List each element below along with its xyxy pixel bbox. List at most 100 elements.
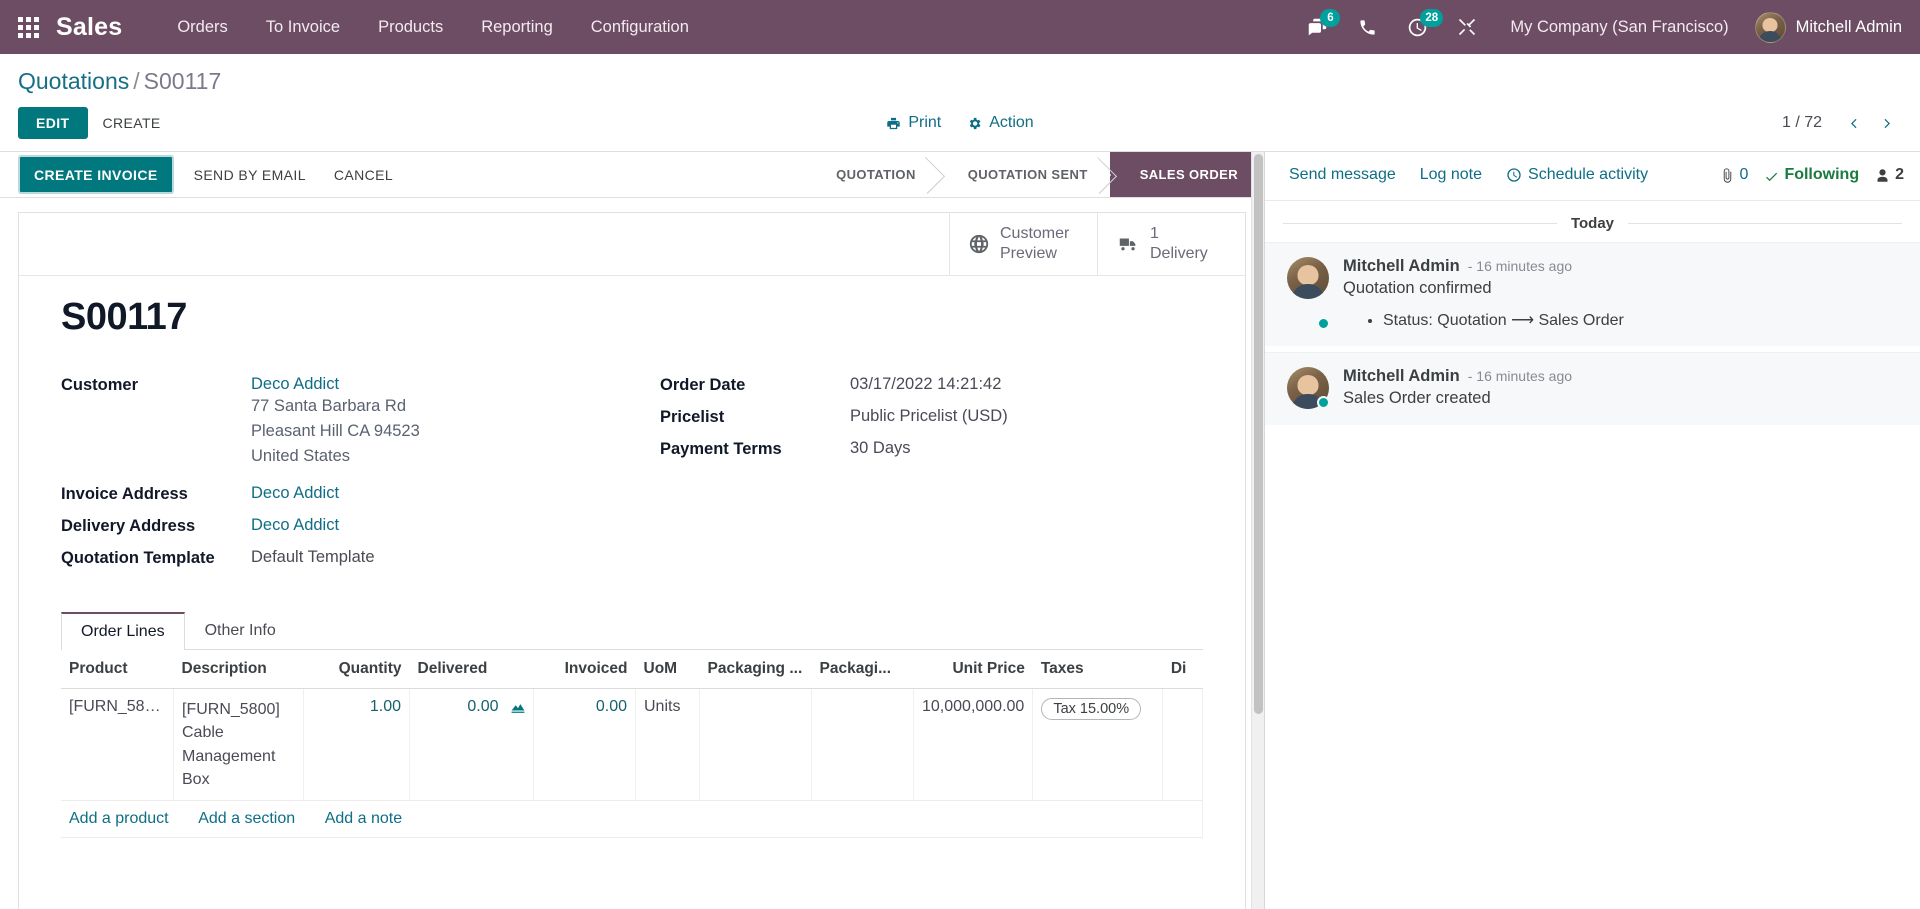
- control-panel-buttons-row: EDIT CREATE Print Action 1 / 72: [18, 101, 1902, 151]
- followers-counter[interactable]: 2: [1875, 166, 1904, 184]
- breadcrumb: Quotations / S00117: [18, 64, 1902, 101]
- day-separator-line-left: [1283, 223, 1557, 224]
- main-content: CREATE INVOICE SEND BY EMAIL CANCEL QUOT…: [0, 152, 1920, 909]
- field-pricelist-value[interactable]: Public Pricelist (USD): [850, 407, 1008, 427]
- breadcrumb-quotations[interactable]: Quotations: [18, 68, 129, 94]
- user-menu[interactable]: Mitchell Admin: [1749, 11, 1902, 43]
- field-payment-terms-value[interactable]: 30 Days: [850, 439, 911, 459]
- chatter-meta-group: 0 Following 2: [1720, 166, 1904, 184]
- create-button[interactable]: CREATE: [88, 107, 176, 139]
- form-statusbar: CREATE INVOICE SEND BY EMAIL CANCEL QUOT…: [0, 152, 1264, 198]
- cancel-button[interactable]: CANCEL: [320, 152, 407, 197]
- col-taxes: Taxes: [1032, 650, 1163, 690]
- send-by-email-button[interactable]: SEND BY EMAIL: [180, 152, 320, 197]
- customer-preview-text: Customer Preview: [1000, 224, 1069, 264]
- stage-quotation-sent[interactable]: QUOTATION SENT: [937, 152, 1110, 197]
- pager-count: 1 / 72: [1781, 114, 1822, 131]
- sheet-body: S00117 Customer Deco Addict 77 Santa Bar…: [19, 276, 1245, 838]
- gear-icon: [970, 117, 981, 129]
- nav-item-products[interactable]: Products: [359, 0, 462, 54]
- pager-previous-button[interactable]: [1838, 108, 1868, 138]
- customer-preview-line2: Preview: [1000, 245, 1057, 262]
- nav-item-reporting[interactable]: Reporting: [462, 0, 572, 54]
- message-author[interactable]: Mitchell Admin: [1343, 257, 1460, 276]
- avatar: [1287, 257, 1329, 299]
- cell-delivered[interactable]: 0.00: [409, 688, 534, 801]
- add-a-note-link[interactable]: Add a note: [325, 810, 402, 827]
- nav-item-to-invoice[interactable]: To Invoice: [247, 0, 359, 54]
- company-switcher[interactable]: My Company (San Francisco): [1494, 18, 1744, 37]
- apps-menu-button[interactable]: [0, 0, 56, 54]
- phone-icon: [1360, 19, 1375, 35]
- col-invoiced: Invoiced: [533, 650, 636, 690]
- message-avatar-wrap: [1287, 257, 1330, 330]
- app-brand-sales[interactable]: Sales: [56, 13, 132, 42]
- smart-button-box: Customer Preview 1 Delivery: [19, 213, 1245, 276]
- order-lines-body: [FURN_5800]… [FURN_5800] Cable Managemen…: [61, 688, 1203, 838]
- activities-button[interactable]: 28: [1394, 0, 1444, 54]
- field-order-date-label: Order Date: [660, 376, 746, 394]
- edit-button[interactable]: EDIT: [18, 107, 88, 139]
- message-body: Mitchell Admin - 16 minutes ago Quotatio…: [1343, 257, 1898, 330]
- cell-description[interactable]: [FURN_5800] Cable Management Box: [173, 688, 304, 801]
- stage-quotation[interactable]: QUOTATION: [806, 152, 938, 197]
- field-pricelist: Pricelist Public Pricelist (USD): [660, 407, 1203, 427]
- messages-button[interactable]: 6: [1294, 0, 1341, 54]
- send-message-button[interactable]: Send message: [1279, 162, 1406, 188]
- log-note-button[interactable]: Log note: [1410, 162, 1492, 188]
- field-invoice-address-value[interactable]: Deco Addict: [251, 484, 339, 504]
- cell-invoiced[interactable]: 0.00: [533, 688, 636, 801]
- day-separator: Today: [1265, 201, 1920, 242]
- cell-taxes[interactable]: Tax 15.00%: [1032, 688, 1164, 801]
- add-line-row: Add a product Add a section Add a note: [61, 800, 1203, 838]
- field-order-date: Order Date 03/17/2022 14:21:42: [660, 375, 1203, 395]
- delivery-button[interactable]: 1 Delivery: [1097, 213, 1245, 275]
- tab-other-info[interactable]: Other Info: [185, 612, 296, 650]
- print-menu[interactable]: Print: [886, 114, 941, 132]
- add-a-section-link[interactable]: Add a section: [198, 810, 295, 827]
- cell-discount[interactable]: [1162, 688, 1203, 801]
- voip-button[interactable]: [1344, 0, 1390, 54]
- cell-product[interactable]: [FURN_5800]…: [61, 688, 174, 801]
- field-order-date-value[interactable]: 03/17/2022 14:21:42: [850, 375, 1001, 395]
- chatter-pane: Send message Log note Schedule activity …: [1265, 152, 1920, 909]
- delivery-count: 1: [1150, 225, 1159, 242]
- cell-packaging[interactable]: [811, 688, 914, 801]
- nav-item-configuration[interactable]: Configuration: [572, 0, 708, 54]
- message-header: Mitchell Admin - 16 minutes ago: [1343, 367, 1898, 386]
- table-row[interactable]: [FURN_5800]… [FURN_5800] Cable Managemen…: [61, 688, 1203, 801]
- field-invoice-address: Invoice Address Deco Addict: [61, 484, 632, 504]
- following-toggle[interactable]: Following: [1764, 166, 1859, 184]
- form-scrollbar-thumb[interactable]: [1254, 154, 1263, 714]
- add-a-product-link[interactable]: Add a product: [69, 810, 169, 827]
- field-delivery-address-value[interactable]: Deco Addict: [251, 516, 339, 536]
- field-payment-terms-label: Payment Terms: [660, 440, 782, 458]
- message-timestamp: - 16 minutes ago: [1467, 368, 1573, 384]
- pager-next-button[interactable]: [1872, 108, 1902, 138]
- fields-column-left: Customer Deco Addict 77 Santa Barbara Rd…: [61, 375, 632, 578]
- cell-uom[interactable]: Units: [635, 688, 700, 801]
- customer-preview-line1: Customer: [1000, 225, 1070, 242]
- field-customer-value[interactable]: Deco Addict: [251, 375, 420, 394]
- form-scrollbar[interactable]: [1251, 152, 1264, 909]
- tab-order-lines[interactable]: Order Lines: [61, 612, 185, 651]
- cell-unit-price[interactable]: 10,000,000.00: [913, 688, 1034, 801]
- create-invoice-button[interactable]: CREATE INVOICE: [18, 155, 174, 194]
- nav-item-orders[interactable]: Orders: [158, 0, 246, 54]
- message-author[interactable]: Mitchell Admin: [1343, 367, 1460, 386]
- cell-packaging-qty[interactable]: [699, 688, 812, 801]
- form-view-pane: CREATE INVOICE SEND BY EMAIL CANCEL QUOT…: [0, 152, 1265, 909]
- attachments-counter[interactable]: 0: [1720, 166, 1748, 184]
- col-delivered: Delivered: [409, 650, 534, 690]
- stage-sales-order[interactable]: SALES ORDER: [1092, 152, 1264, 198]
- debug-tools-button[interactable]: [1444, 0, 1490, 54]
- customer-preview-button[interactable]: Customer Preview: [949, 213, 1097, 275]
- following-label: Following: [1784, 166, 1860, 183]
- field-quotation-template-value[interactable]: Default Template: [251, 548, 375, 568]
- cell-quantity[interactable]: 1.00: [303, 688, 410, 801]
- schedule-activity-button[interactable]: Schedule activity: [1496, 162, 1658, 188]
- action-menu[interactable]: Action: [967, 114, 1034, 132]
- forecast-report-icon[interactable]: [511, 700, 525, 718]
- col-product: Product: [61, 650, 174, 690]
- col-quantity: Quantity: [303, 650, 410, 690]
